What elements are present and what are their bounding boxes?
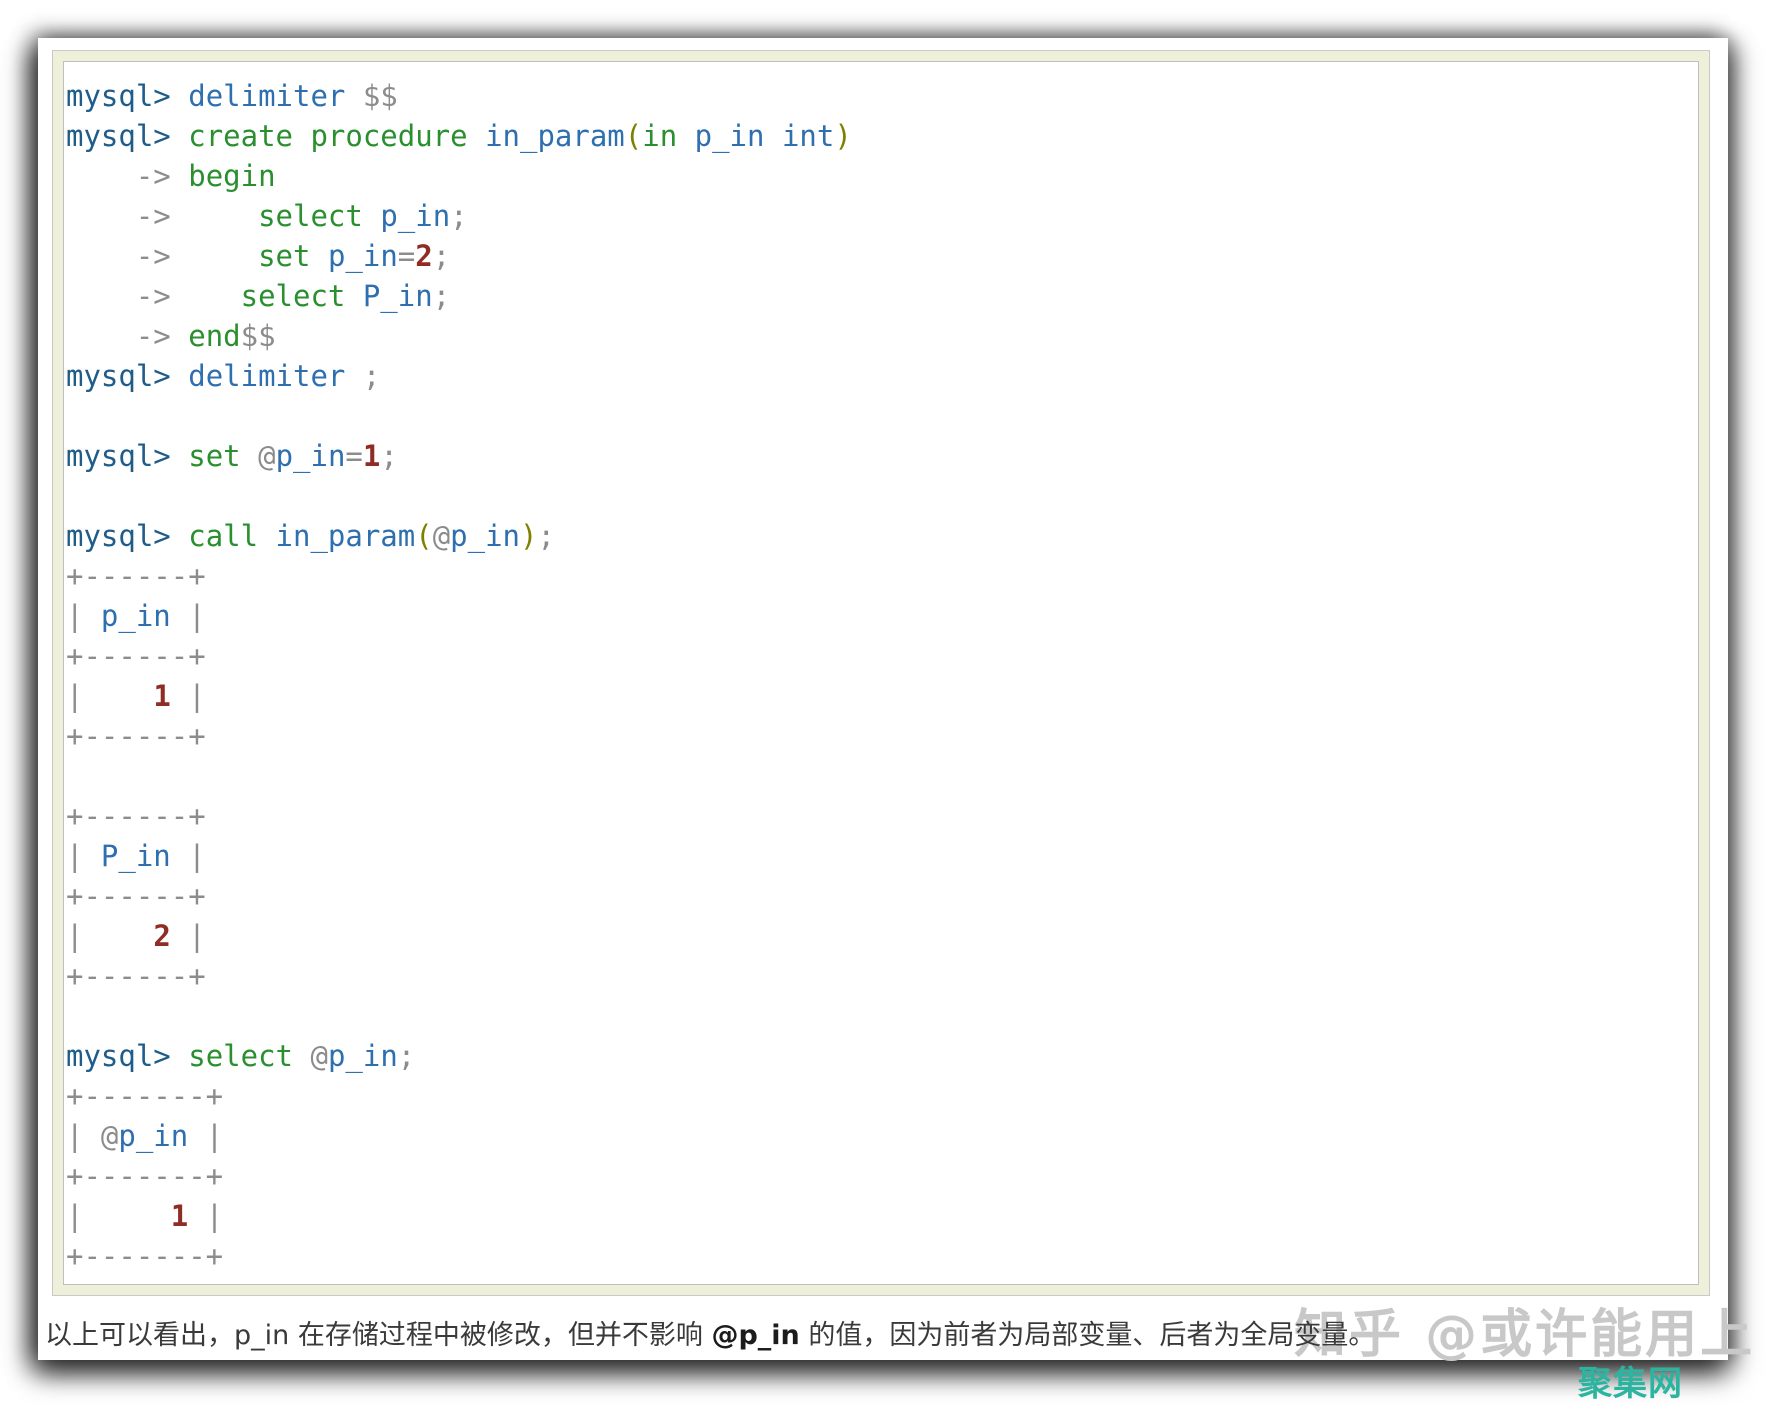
code-line: -> set p_in=2; (66, 236, 1698, 276)
code-line: -> end$$ (66, 316, 1698, 356)
code-line: +------+ (66, 956, 1698, 996)
code-block-frame: mysql> delimiter $$mysql> create procedu… (52, 50, 1710, 1296)
code-line: +------+ (66, 636, 1698, 676)
note-segment: 的值，因为前者为局部变量、后者为全局变量。 (800, 1320, 1376, 1351)
code-line: mysql> delimiter ; (66, 356, 1698, 396)
code-line: -> begin (66, 156, 1698, 196)
code-line: | p_in | (66, 596, 1698, 636)
code-line: +-------+ (66, 1076, 1698, 1116)
code-line: +------+ (66, 796, 1698, 836)
terminal-code: mysql> delimiter $$mysql> create procedu… (64, 62, 1698, 1276)
note-segment: p_in (234, 1320, 289, 1351)
code-line: mysql> delimiter $$ (66, 76, 1698, 116)
code-line: +------+ (66, 556, 1698, 596)
note-segment: 以上可以看出， (45, 1320, 234, 1351)
note-text: 以上可以看出，p_in 在存储过程中被修改，但并不影响 @p_in 的值，因为前… (45, 1317, 1375, 1355)
code-line: mysql> call in_param(@p_in); (66, 516, 1698, 556)
code-line: | 1 | (66, 1196, 1698, 1236)
code-line: -> select P_in; (66, 276, 1698, 316)
code-block: mysql> delimiter $$mysql> create procedu… (63, 61, 1699, 1285)
code-line: | 1 | (66, 676, 1698, 716)
code-line (66, 756, 1698, 796)
code-line: | P_in | (66, 836, 1698, 876)
code-line: mysql> create procedure in_param(in p_in… (66, 116, 1698, 156)
site-badge-juji: 聚集网 (1578, 1356, 1683, 1405)
code-line: mysql> set @p_in=1; (66, 436, 1698, 476)
code-line: mysql> select @p_in; (66, 1036, 1698, 1076)
article-page: mysql> delimiter $$mysql> create procedu… (38, 38, 1728, 1360)
code-line (66, 996, 1698, 1036)
code-line (66, 476, 1698, 516)
code-line: +------+ (66, 716, 1698, 756)
note-segment: @p_in (711, 1320, 799, 1351)
code-line: -> select p_in; (66, 196, 1698, 236)
code-line: +------+ (66, 876, 1698, 916)
code-line: +-------+ (66, 1156, 1698, 1196)
note-segment: 在存储过程中被修改，但并不影响 (289, 1320, 711, 1351)
code-line: +-------+ (66, 1236, 1698, 1276)
code-line: | 2 | (66, 916, 1698, 956)
code-line (66, 396, 1698, 436)
code-line: | @p_in | (66, 1116, 1698, 1156)
